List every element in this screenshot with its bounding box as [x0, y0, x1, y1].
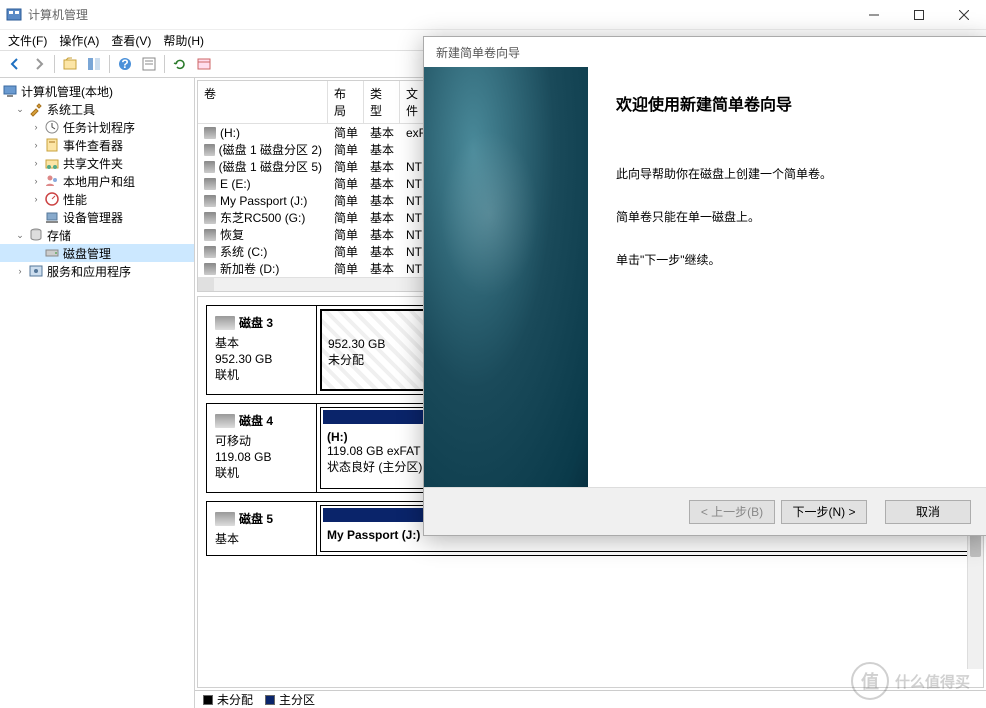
- col-layout[interactable]: 布局: [328, 81, 364, 123]
- window-title: 计算机管理: [28, 6, 851, 23]
- tree-task[interactable]: ›任务计划程序: [0, 118, 194, 136]
- wizard-back-button[interactable]: < 上一步(B): [689, 500, 775, 524]
- titlebar: 计算机管理: [0, 0, 986, 30]
- wizard-cancel-button[interactable]: 取消: [885, 500, 971, 524]
- perf-icon: [44, 191, 60, 207]
- show-hide-button[interactable]: [83, 53, 105, 75]
- tree-perf[interactable]: ›性能: [0, 190, 194, 208]
- folder-icon: [44, 155, 60, 171]
- wizard-footer: < 上一步(B) 下一步(N) > 取消: [424, 487, 986, 535]
- watermark: 值 什么值得买: [851, 662, 970, 700]
- legend-swatch-unallocated: [203, 695, 213, 705]
- disk-icon: [215, 316, 235, 330]
- expand-icon[interactable]: ›: [12, 266, 28, 276]
- watermark-logo: 值: [851, 662, 889, 700]
- refresh-button[interactable]: [169, 53, 191, 75]
- minimize-button[interactable]: [851, 0, 896, 30]
- services-icon: [28, 263, 44, 279]
- maximize-button[interactable]: [896, 0, 941, 30]
- tree-storage[interactable]: ⌄存储: [0, 226, 194, 244]
- nav-forward-button[interactable]: [28, 53, 50, 75]
- help-button[interactable]: ?: [114, 53, 136, 75]
- expand-icon[interactable]: ›: [28, 140, 44, 150]
- wizard-sidebar-image: [424, 67, 588, 487]
- tree-services[interactable]: ›服务和应用程序: [0, 262, 194, 280]
- close-button[interactable]: [941, 0, 986, 30]
- menu-view[interactable]: 查看(V): [111, 32, 151, 49]
- new-simple-volume-wizard: 新建简单卷向导 欢迎使用新建简单卷向导 此向导帮助你在磁盘上创建一个简单卷。 简…: [423, 36, 986, 536]
- device-icon: [44, 209, 60, 225]
- users-icon: [44, 173, 60, 189]
- tree-shared[interactable]: ›共享文件夹: [0, 154, 194, 172]
- tree-devmgr[interactable]: 设备管理器: [0, 208, 194, 226]
- expand-icon[interactable]: ›: [28, 176, 44, 186]
- storage-icon: [28, 227, 44, 243]
- wizard-content: 欢迎使用新建简单卷向导 此向导帮助你在磁盘上创建一个简单卷。 简单卷只能在单一磁…: [588, 67, 986, 487]
- col-type[interactable]: 类型: [364, 81, 400, 123]
- wizard-heading: 欢迎使用新建简单卷向导: [616, 91, 959, 115]
- expand-icon[interactable]: ›: [28, 158, 44, 168]
- collapse-icon[interactable]: ⌄: [12, 104, 28, 115]
- menu-file[interactable]: 文件(F): [8, 32, 47, 49]
- col-volume[interactable]: 卷: [198, 81, 328, 123]
- disk-icon: [215, 512, 235, 526]
- wizard-next-button[interactable]: 下一步(N) >: [781, 500, 867, 524]
- app-icon: [6, 7, 22, 23]
- wizard-paragraph: 此向导帮助你在磁盘上创建一个简单卷。: [616, 165, 959, 184]
- tree-systools[interactable]: ⌄系统工具: [0, 100, 194, 118]
- watermark-text: 什么值得买: [895, 671, 970, 692]
- tree-event[interactable]: ›事件查看器: [0, 136, 194, 154]
- wizard-paragraph: 单击"下一步"继续。: [616, 251, 959, 270]
- wizard-paragraph: 简单卷只能在单一磁盘上。: [616, 208, 959, 227]
- properties-button[interactable]: [138, 53, 160, 75]
- computer-icon: [2, 83, 18, 99]
- tree-root[interactable]: 计算机管理(本地): [0, 82, 194, 100]
- disk-info: 磁盘 3 基本 952.30 GB 联机: [207, 306, 317, 394]
- tree-panel[interactable]: 计算机管理(本地) ⌄系统工具 ›任务计划程序 ›事件查看器 ›共享文件夹 ›本…: [0, 78, 195, 708]
- svg-text:?: ?: [121, 57, 128, 71]
- expand-icon[interactable]: ›: [28, 122, 44, 132]
- menu-action[interactable]: 操作(A): [59, 32, 99, 49]
- menu-help[interactable]: 帮助(H): [163, 32, 204, 49]
- list-view-button[interactable]: [193, 53, 215, 75]
- disk-info: 磁盘 4 可移动 119.08 GB 联机: [207, 404, 317, 492]
- tools-icon: [28, 101, 44, 117]
- legend-swatch-primary: [265, 695, 275, 705]
- expand-icon[interactable]: ›: [28, 194, 44, 204]
- wizard-title: 新建简单卷向导: [424, 37, 986, 67]
- collapse-icon[interactable]: ⌄: [12, 230, 28, 241]
- clock-icon: [44, 119, 60, 135]
- nav-back-button[interactable]: [4, 53, 26, 75]
- disk-icon: [44, 245, 60, 261]
- disk-info: 磁盘 5 基本: [207, 502, 317, 555]
- event-icon: [44, 137, 60, 153]
- tree-diskmgmt[interactable]: 磁盘管理: [0, 244, 194, 262]
- disk-icon: [215, 414, 235, 428]
- tree-users[interactable]: ›本地用户和组: [0, 172, 194, 190]
- up-button[interactable]: [59, 53, 81, 75]
